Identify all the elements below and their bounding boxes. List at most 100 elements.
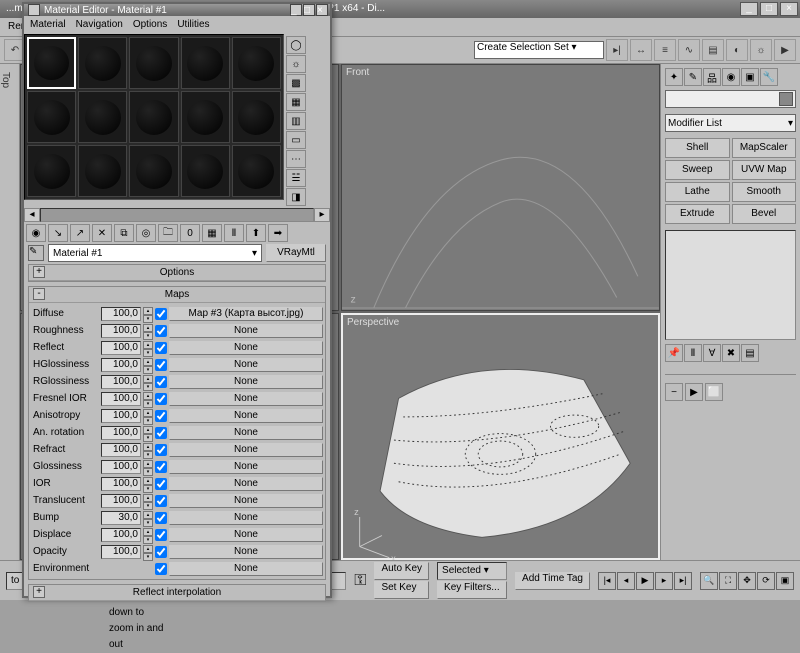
modifier-mapscaler[interactable]: MapScaler [732,138,797,158]
map-enable-checkbox[interactable] [155,563,167,575]
map-amount-field[interactable]: 100,0 [101,375,141,389]
modify-tab-icon[interactable]: ✎ [684,68,702,86]
go-parent-icon[interactable]: ⬆ [246,224,266,242]
put-to-scene-icon[interactable]: ↘ [48,224,68,242]
zoom-all-icon[interactable]: ⛶ [719,572,737,590]
map-slot-button[interactable]: None [169,392,323,406]
play-anim-icon[interactable]: ▶ [636,572,654,590]
spinner-icon[interactable]: ▴▾ [143,494,153,508]
configure-icon[interactable]: ▤ [741,344,759,362]
spinner-icon[interactable]: ▴▾ [143,443,153,457]
spinner-icon[interactable]: ▴▾ [143,392,153,406]
display-tab-icon[interactable]: ▣ [741,68,759,86]
material-slot[interactable] [78,145,127,197]
options-icon[interactable]: ⋯ [286,150,306,168]
modifier-lathe[interactable]: Lathe [665,182,730,202]
map-amount-field[interactable]: 100,0 [101,409,141,423]
spinner-icon[interactable]: ▴▾ [143,528,153,542]
map-slot-button[interactable]: None [169,460,323,474]
background-icon[interactable]: ▩ [286,74,306,92]
material-slot[interactable] [27,145,76,197]
viewport-perspective[interactable]: Perspective zx [341,313,660,560]
modifier-shell[interactable]: Shell [665,138,730,158]
map-slot-button[interactable]: None [169,375,323,389]
map-amount-field[interactable]: 100,0 [101,477,141,491]
create-tab-icon[interactable]: ✦ [665,68,683,86]
material-slot[interactable] [181,145,230,197]
map-amount-field[interactable]: 100,0 [101,307,141,321]
map-slot-button[interactable]: None [169,528,323,542]
map-amount-field[interactable]: 100,0 [101,358,141,372]
map-enable-checkbox[interactable] [155,529,167,541]
motion-tab-icon[interactable]: ◉ [722,68,740,86]
render-icon[interactable]: ▶ [774,39,796,61]
assign-to-sel-icon[interactable]: ↗ [70,224,90,242]
map-amount-field[interactable]: 100,0 [101,494,141,508]
show-end-result-icon[interactable]: Ⅱ [224,224,244,242]
max-gizmo-icon[interactable]: ⬜ [705,383,723,401]
modifier-smooth[interactable]: Smooth [732,182,797,202]
spinner-icon[interactable]: ▴▾ [143,375,153,389]
play-icon[interactable]: ▶ [685,383,703,401]
make-unique-icon[interactable]: ◎ [136,224,156,242]
spinner-icon[interactable]: ▴▾ [143,545,153,559]
min-gizmo-icon[interactable]: − [665,383,683,401]
map-slot-button[interactable]: None [169,494,323,508]
map-enable-checkbox[interactable] [155,444,167,456]
next-frame-icon[interactable]: ▸ [655,572,673,590]
addtimetag-button[interactable]: Add Time Tag [515,572,590,590]
reflect-interp-rollout[interactable]: +Reflect interpolation [28,584,326,602]
keyfilters-button[interactable]: Key Filters... [437,581,507,599]
map-slot-button[interactable]: Map #3 (Карта высот.jpg) [169,307,323,321]
arc-rotate-icon[interactable]: ⟳ [757,572,775,590]
scroll-left-icon[interactable]: ◂ [24,208,40,222]
material-slot[interactable] [232,145,281,197]
material-slot[interactable] [27,37,76,89]
unique-icon[interactable]: ∀ [703,344,721,362]
collapse-icon[interactable]: - [33,288,45,300]
spinner-icon[interactable]: ▴▾ [143,409,153,423]
make-preview-icon[interactable]: ▭ [286,131,306,149]
remove-mod-icon[interactable]: ✖ [722,344,740,362]
me-menu-material[interactable]: Material [30,16,66,34]
hierarchy-tab-icon[interactable]: 品 [703,68,721,86]
map-enable-checkbox[interactable] [155,512,167,524]
goto-start-icon[interactable]: |◂ [598,572,616,590]
curve-editor-icon[interactable]: ∿ [678,39,700,61]
render-setup-icon[interactable]: ☼ [750,39,772,61]
map-enable-checkbox[interactable] [155,546,167,558]
pan-icon[interactable]: ✥ [738,572,756,590]
spinner-icon[interactable]: ▴▾ [143,460,153,474]
maximize-button[interactable]: □ [760,2,778,16]
material-slot[interactable] [78,91,127,143]
select-by-mtl-icon[interactable]: ☱ [286,169,306,187]
me-close-icon[interactable]: × [316,4,328,16]
modifier-uvw-map[interactable]: UVW Map [732,160,797,180]
map-slot-button[interactable]: None [169,324,323,338]
material-type-button[interactable]: VRayMtl [266,244,326,262]
spinner-icon[interactable]: ▴▾ [143,341,153,355]
object-name-field[interactable] [665,90,796,108]
mtl-id-icon[interactable]: 0 [180,224,200,242]
autokey-button[interactable]: Auto Key [374,562,429,580]
pick-material-icon[interactable]: ✎ [28,245,44,261]
map-enable-checkbox[interactable] [155,376,167,388]
map-slot-button[interactable]: None [169,409,323,423]
me-menu-navigation[interactable]: Navigation [76,16,123,34]
map-enable-checkbox[interactable] [155,495,167,507]
map-slot-button[interactable]: None [169,426,323,440]
map-slot-button[interactable]: None [169,341,323,355]
spinner-icon[interactable]: ▴▾ [143,324,153,338]
lock-icon[interactable]: ⚿ [354,572,366,590]
me-menu-options[interactable]: Options [133,16,167,34]
modifier-list-dropdown[interactable]: Modifier List▾ [665,114,796,132]
pin-stack-icon[interactable]: 📌 [665,344,683,362]
prev-frame-icon[interactable]: ◂ [617,572,635,590]
key-mode-dropdown[interactable]: Selected ▾ [437,562,507,580]
go-sibling-icon[interactable]: ➡ [268,224,288,242]
map-enable-checkbox[interactable] [155,308,167,320]
reset-map-icon[interactable]: ✕ [92,224,112,242]
material-slot[interactable] [232,91,281,143]
expand-icon[interactable]: + [33,266,45,278]
viewport-front[interactable]: Front zx [341,64,660,311]
